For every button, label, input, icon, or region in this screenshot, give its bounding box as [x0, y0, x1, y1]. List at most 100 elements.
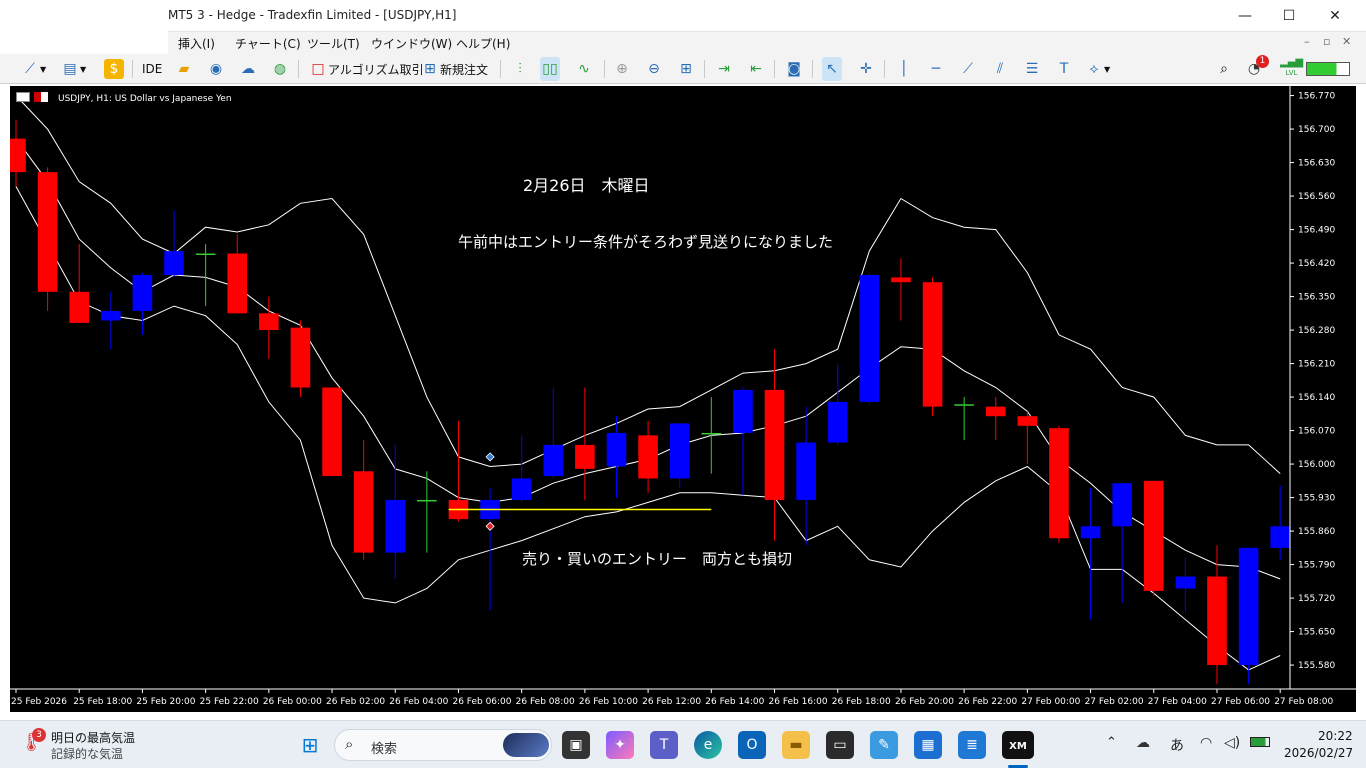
price-chart[interactable]: 156.770 156.700 156.630 156.560 156.490 156.4…	[6, 86, 1356, 712]
battery-icon[interactable]	[1250, 737, 1270, 747]
annotation-morning-note: 午前中はエントリー条件がそろわず見送りになりました	[458, 233, 833, 251]
mdi-minimize-button[interactable]: –	[1304, 35, 1310, 48]
chart-window: 156.770 156.700 156.630 156.560 156.490 156.4…	[0, 84, 1366, 716]
y-tick-label: 155.650	[1298, 628, 1335, 638]
task-view-icon: ▣	[569, 737, 583, 753]
search-icon: ⌕	[345, 735, 354, 753]
menu-tools[interactable]: ツール(T)	[307, 35, 360, 52]
trendline-button[interactable]: ⟋	[958, 57, 978, 81]
cursor-button[interactable]: ↖	[822, 57, 842, 81]
text-button[interactable]: T	[1054, 57, 1074, 81]
tray-chevron-icon[interactable]: ⌃	[1106, 735, 1117, 750]
y-tick-label: 156.420	[1298, 259, 1335, 269]
chart-shift-button[interactable]: ⇤	[746, 57, 766, 81]
y-tick-label: 155.720	[1298, 594, 1335, 604]
mdi-close-button[interactable]: ✕	[1342, 35, 1351, 48]
menu-window[interactable]: ウインドウ(W)	[371, 35, 452, 52]
candle	[448, 421, 469, 522]
trendline-icon: ⟋	[963, 61, 973, 77]
toolbar-separator	[704, 60, 705, 78]
level-indicator: ▂▄▆ LVL	[1280, 57, 1303, 81]
candle	[859, 272, 880, 405]
bar-chart-button[interactable]: ⫶	[510, 57, 530, 81]
line-button[interactable]: ∿	[574, 57, 594, 81]
candle	[290, 320, 311, 398]
shapes-button[interactable]: ⟡ ▼	[1084, 57, 1110, 81]
wifi-icon[interactable]: ◠	[1200, 735, 1212, 751]
crosshair-icon: ✛	[860, 61, 872, 77]
search-box[interactable]: ⌕ 検索	[334, 729, 552, 761]
algo-trading-button[interactable]: □ アルゴリズム取引	[308, 57, 423, 81]
file-explorer-button[interactable]: ▬	[782, 731, 810, 759]
candle	[1017, 411, 1038, 465]
store-button[interactable]: ▦	[914, 731, 942, 759]
candle	[891, 258, 911, 321]
candle	[101, 291, 121, 350]
market-button[interactable]: ▰	[174, 57, 194, 81]
terminal-button[interactable]: ▭	[826, 731, 854, 759]
window-menu-icon[interactable]	[16, 92, 30, 102]
clock-time[interactable]: 20:22	[1318, 729, 1353, 743]
mdi-restore-button[interactable]: ▫	[1323, 35, 1330, 48]
teams-button[interactable]: T	[650, 731, 678, 759]
edge-button[interactable]: e	[694, 731, 722, 759]
candles-button[interactable]: ▯▯	[540, 57, 560, 81]
chart-type-button[interactable]: ⟋ ▼	[20, 57, 46, 81]
toolbar-separator	[500, 60, 501, 78]
vertical-line-icon: │	[899, 61, 909, 77]
candle-body	[1143, 480, 1164, 591]
y-tick-label: 156.350	[1298, 293, 1335, 303]
tile-button[interactable]: ⊞	[676, 57, 696, 81]
menu-chart[interactable]: チャート(C)	[235, 35, 301, 52]
zoom-in-button[interactable]: ⊕	[612, 57, 632, 81]
task-view-button[interactable]: ▣	[562, 731, 590, 759]
candle	[227, 234, 248, 314]
onedrive-icon[interactable]: ☁	[1136, 735, 1150, 751]
weather-widget[interactable]: 🌡 3 明日の最高気温 記録的な気温	[20, 728, 180, 762]
candle-body	[322, 387, 342, 477]
ime-indicator[interactable]: あ	[1170, 735, 1184, 755]
search-highlight-image	[503, 733, 549, 757]
search-button[interactable]: ⌕	[1214, 57, 1234, 81]
chart-canvas-frame[interactable]: 156.770 156.700 156.630 156.560 156.490 156.4…	[6, 86, 1356, 712]
menu-insert[interactable]: 挿入(I)	[178, 35, 215, 52]
candle-body	[1207, 576, 1227, 666]
channel-icon: ⫽	[996, 61, 1004, 77]
indicators-button[interactable]: ▤ ▼	[60, 57, 86, 81]
fibonacci-button[interactable]: ☰	[1022, 57, 1042, 81]
clock-date[interactable]: 2026/02/27	[1284, 746, 1353, 760]
start-button[interactable]: ⊞	[296, 731, 324, 759]
x-tick-label: 26 Feb 20:00	[895, 697, 954, 707]
dollar-button[interactable]: $	[104, 57, 124, 81]
candle	[6, 119, 26, 187]
minimize-button[interactable]: —	[1222, 0, 1268, 32]
copilot-button[interactable]: ✦	[606, 731, 634, 759]
zoom-out-button[interactable]: ⊖	[644, 57, 664, 81]
close-button[interactable]: ✕	[1312, 0, 1358, 32]
crosshair-button[interactable]: ✛	[856, 57, 876, 81]
candle-body	[954, 404, 974, 406]
channel-button[interactable]: ⫽	[990, 57, 1010, 81]
new-order-button[interactable]: ⊞ 新規注文	[420, 57, 488, 81]
toolbar-separator	[884, 60, 885, 78]
menu-help[interactable]: ヘルプ(H)	[456, 35, 510, 52]
annotation-entry-note: 売り・買いのエントリー 両方とも損切	[522, 550, 792, 568]
xm-mt5-button[interactable]: XM	[1002, 731, 1034, 759]
candle-body	[164, 251, 184, 276]
autoscroll-button[interactable]: ⇥	[714, 57, 734, 81]
x-tick-label: 26 Feb 02:00	[326, 697, 385, 707]
maximize-button[interactable]: ☐	[1266, 0, 1312, 32]
candle-body	[290, 327, 311, 388]
notifications-button[interactable]: ◔ 1	[1244, 55, 1269, 81]
outlook-button[interactable]: O	[738, 731, 766, 759]
volume-icon[interactable]: ◁)	[1224, 735, 1240, 751]
notepad-button[interactable]: ≣	[958, 731, 986, 759]
screenshot-button[interactable]: ◙	[784, 57, 804, 81]
signals-button[interactable]: ◉	[206, 57, 226, 81]
cloud-button[interactable]: ☁	[238, 57, 258, 81]
vps-button[interactable]: ◍	[270, 57, 290, 81]
ide-button[interactable]: IDE	[142, 57, 162, 81]
vertical-line-button[interactable]: │	[894, 57, 914, 81]
horizontal-line-button[interactable]: ─	[926, 57, 946, 81]
paint-button[interactable]: ✎	[870, 731, 898, 759]
